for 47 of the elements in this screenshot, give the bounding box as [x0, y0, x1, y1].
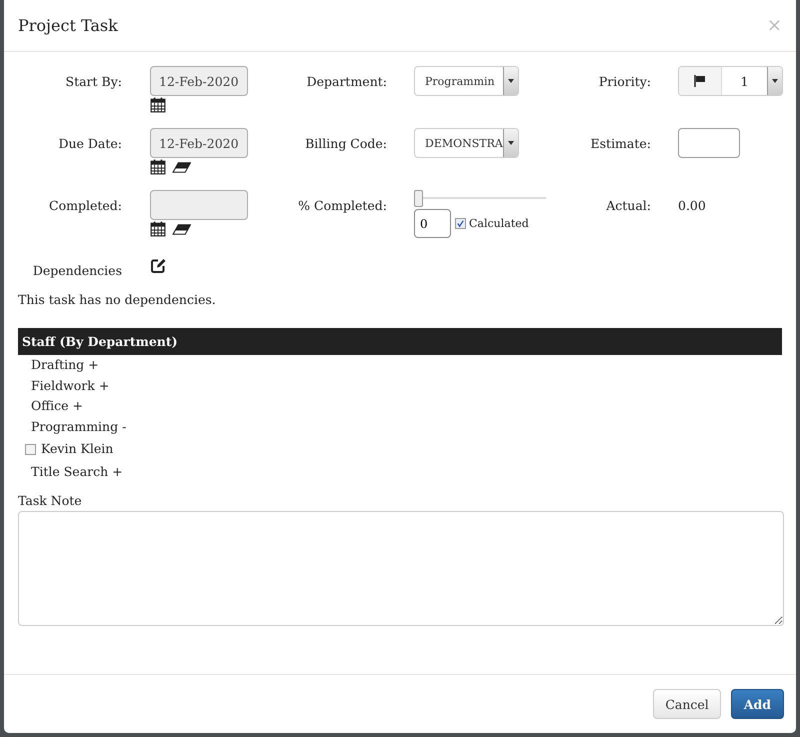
- department-toggle[interactable]: Title Search +: [31, 464, 123, 478]
- estimate-field[interactable]: [678, 128, 740, 158]
- date-field[interactable]: 12-Feb-2020: [150, 66, 248, 96]
- task-note-label: Task Note: [18, 493, 83, 509]
- calculated-checkbox[interactable]: [455, 218, 466, 229]
- percent-field[interactable]: 0: [414, 209, 451, 238]
- calendar-icon[interactable]: [150, 97, 166, 113]
- calendar-icon[interactable]: [150, 221, 166, 237]
- slider-thumb[interactable]: [414, 190, 423, 207]
- field-label: % Completed:: [297, 197, 387, 213]
- date-field[interactable]: 12-Feb-2020: [150, 128, 248, 158]
- department-select[interactable]: Programmin: [414, 66, 519, 96]
- priority-select[interactable]: 1: [678, 66, 783, 96]
- field-label: Start By:: [64, 73, 122, 89]
- staff-header: Staff (By Department): [18, 328, 782, 355]
- date-field[interactable]: [150, 190, 248, 220]
- calendar-icon[interactable]: [150, 159, 166, 175]
- task-note-field[interactable]: [18, 511, 784, 626]
- field-label: Actual:: [605, 197, 651, 213]
- caret-icon: [508, 79, 514, 83]
- field-label: Due Date:: [57, 135, 122, 151]
- dependencies-message: This task has no dependencies.: [18, 292, 217, 309]
- field-label: Department:: [306, 73, 387, 89]
- staff-name: Kevin Klein: [41, 440, 114, 458]
- edit-icon[interactable]: [150, 258, 166, 274]
- field-label: Billing Code:: [304, 135, 387, 151]
- percent-slider[interactable]: [414, 190, 546, 207]
- field-label: Completed:: [48, 197, 122, 213]
- billing-code-select[interactable]: DEMONSTRA: [414, 128, 519, 158]
- caret-icon: [508, 141, 514, 145]
- eraser-icon[interactable]: [172, 162, 191, 172]
- cancel-button[interactable]: Cancel: [653, 689, 721, 719]
- caret-icon: [772, 79, 778, 83]
- department-toggle[interactable]: Fieldwork +: [31, 378, 110, 392]
- field-label: Estimate:: [590, 135, 651, 151]
- actual-value: 0.00: [678, 197, 706, 213]
- flag-icon: [694, 75, 706, 87]
- staff-checkbox[interactable]: [25, 444, 36, 455]
- eraser-icon[interactable]: [172, 224, 191, 234]
- department-toggle[interactable]: Programming -: [31, 418, 126, 434]
- add-button[interactable]: Add: [730, 689, 784, 719]
- department-toggle[interactable]: Office +: [31, 398, 83, 413]
- dependencies-label: Dependencies: [32, 262, 122, 278]
- dialog-title: Project Task: [18, 16, 118, 35]
- field-label: Priority:: [598, 73, 651, 89]
- department-toggle[interactable]: Drafting +: [31, 357, 99, 372]
- checkbox-label: Calculated: [469, 217, 529, 230]
